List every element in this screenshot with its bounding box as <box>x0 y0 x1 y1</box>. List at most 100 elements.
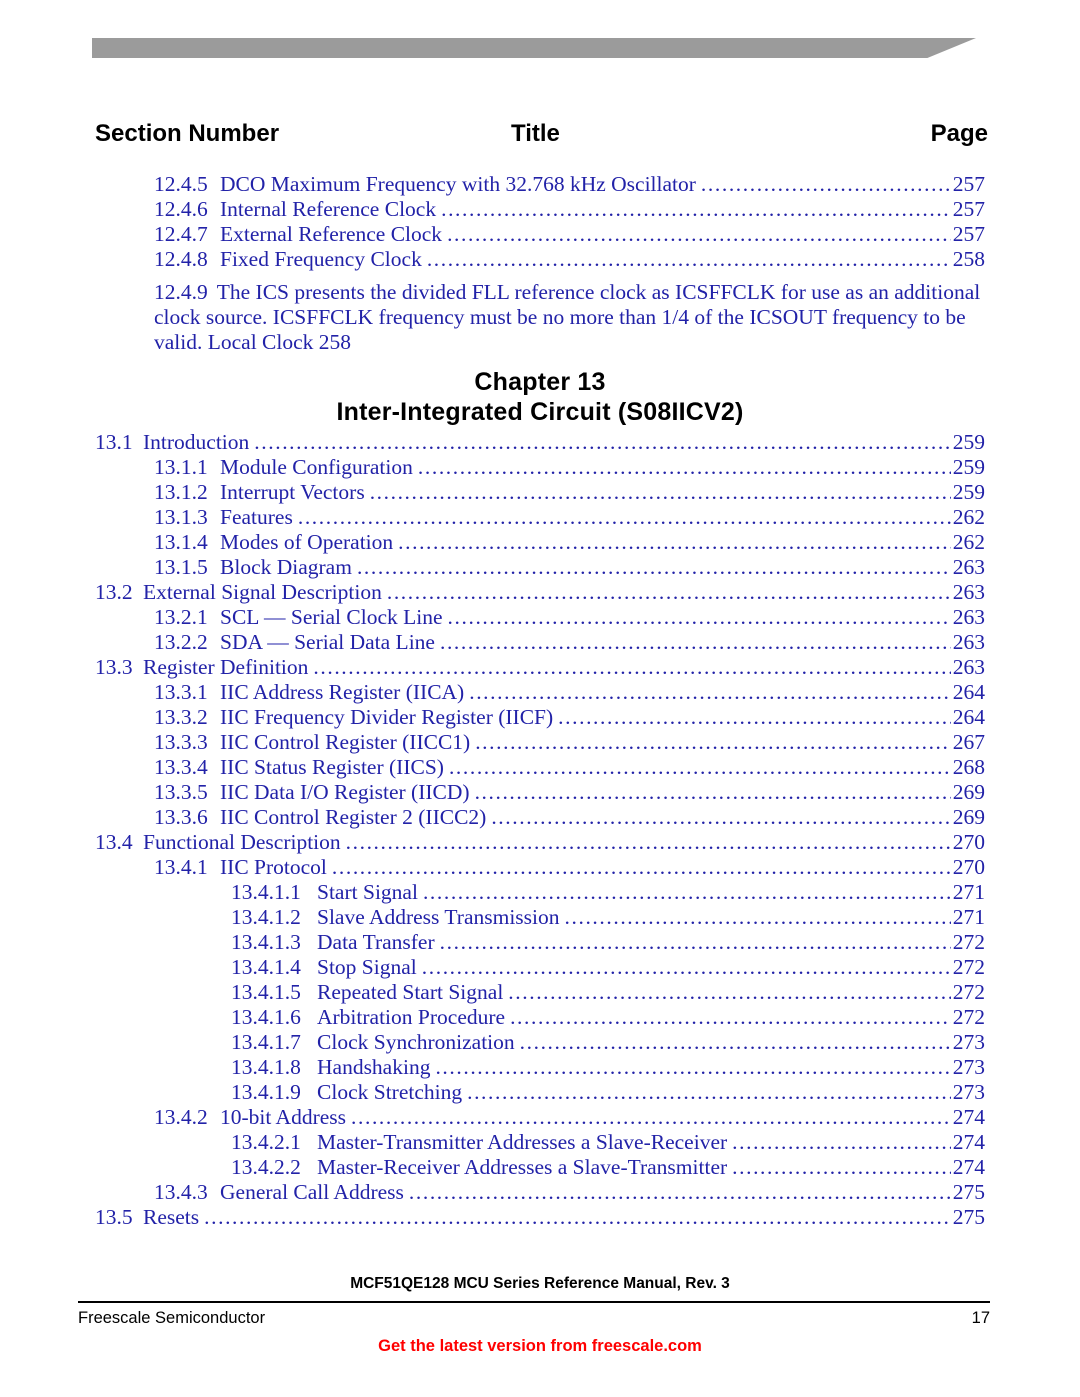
toc-dot-leader <box>313 657 950 679</box>
toc-entry-label: Register Definition <box>143 655 309 679</box>
toc-entry-label: IIC Status Register (IICS) <box>220 755 444 779</box>
toc-entry-label: SCL — Serial Clock Line <box>220 605 443 629</box>
toc-entry-label: IIC Data I/O Register (IICD) <box>220 780 470 804</box>
toc-entry-label: Data Transfer <box>317 930 435 954</box>
toc-entry[interactable]: 13.4.1.8 Handshaking 273 <box>0 1055 1080 1080</box>
toc-entry-label: Start Signal <box>317 880 418 904</box>
toc-entry-number: 13.1.5 <box>154 555 208 579</box>
toc-entry[interactable]: 13.4 Functional Description 270 <box>0 830 1080 855</box>
column-header-section-number: Section Number <box>95 120 280 147</box>
toc-entry[interactable]: 13.4.1.9 Clock Stretching 273 <box>0 1080 1080 1105</box>
toc-entry[interactable]: 12.4.5 DCO Maximum Frequency with 32.768 … <box>0 172 1080 197</box>
toc-entry[interactable]: 13.5 Resets 275 <box>0 1205 1080 1230</box>
page-footer: MCF51QE128 MCU Series Reference Manual, … <box>0 1257 1080 1397</box>
toc-entry[interactable]: 13.4.3 General Call Address 275 <box>0 1180 1080 1205</box>
toc-entry-page-number: 273 <box>952 1055 985 1079</box>
toc-entry-number: 13.4.1.9 <box>231 1080 301 1104</box>
toc-entry-number: 13.4.1.2 <box>231 905 301 929</box>
toc-entry[interactable]: 13.3.1 IIC Address Register (IICA) 264 <box>0 680 1080 705</box>
toc-entry-page-number: 263 <box>952 580 985 604</box>
toc-entry[interactable]: 13.4.1.2 Slave Address Transmission 271 <box>0 905 1080 930</box>
toc-entry[interactable]: 13.1.4 Modes of Operation 262 <box>0 530 1080 555</box>
toc-entry-number: 13.4.3 <box>154 1180 208 1204</box>
toc-entry[interactable]: 13.3.4 IIC Status Register (IICS) 268 <box>0 755 1080 780</box>
toc-entry-number: 13.1 <box>95 430 133 454</box>
toc-column-headers: Section Number Title Page <box>0 120 1080 156</box>
toc-dot-leader <box>732 1157 951 1179</box>
toc-entry[interactable]: 13.4.2.1 Master-Transmitter Addresses a S… <box>0 1130 1080 1155</box>
footer-page-number: 17 <box>971 1309 990 1327</box>
toc-entry[interactable]: 13.3.6 IIC Control Register 2 (IICC2) 269 <box>0 805 1080 830</box>
footer-promo-link[interactable]: Get the latest version from freescale.co… <box>0 1337 1080 1356</box>
toc-entry[interactable]: 13.4.1.7 Clock Synchronization 273 <box>0 1030 1080 1055</box>
toc-dot-leader <box>475 732 951 754</box>
toc-entry[interactable]: 13.3.5 IIC Data I/O Register (IICD) 269 <box>0 780 1080 805</box>
toc-dot-leader <box>475 782 951 804</box>
toc-entry-number: 13.4.1.5 <box>231 980 301 1004</box>
toc-entry[interactable]: 13.1.5 Block Diagram 263 <box>0 555 1080 580</box>
toc-entry-page-number: 274 <box>952 1155 985 1179</box>
toc-entry[interactable]: 13.1.2 Interrupt Vectors 259 <box>0 480 1080 505</box>
toc-entry[interactable]: 13.4.1.5 Repeated Start Signal 272 <box>0 980 1080 1005</box>
toc-entry[interactable]: 13.2 External Signal Description 263 <box>0 580 1080 605</box>
toc-entry[interactable]: 13.1.1 Module Configuration 259 <box>0 455 1080 480</box>
toc-entry-label: External Reference Clock <box>220 222 443 246</box>
toc-entry[interactable]: 13.4.1 IIC Protocol 270 <box>0 855 1080 880</box>
toc-entry-label: 10-bit Address <box>220 1105 347 1129</box>
toc-entry[interactable]: 13.3.2 IIC Frequency Divider Register (II… <box>0 705 1080 730</box>
toc-entry-number: 13.3.2 <box>154 705 208 729</box>
toc-wrapped-number: 12.4.9 <box>154 280 208 304</box>
toc-entry-number: 12.4.6 <box>154 197 208 221</box>
toc-entry-label: Clock Stretching <box>317 1080 463 1104</box>
toc-entry-label: Module Configuration <box>220 455 413 479</box>
chapter-title-label: Inter-Integrated Circuit (S08IICV2) <box>336 398 744 426</box>
toc-dot-leader <box>449 757 951 779</box>
header-decoration-bar <box>0 38 1080 60</box>
toc-entry[interactable]: 12.4.6 Internal Reference Clock 257 <box>0 197 1080 222</box>
toc-entry[interactable]: 13.4.1.3 Data Transfer 272 <box>0 930 1080 955</box>
toc-entry-wrapped[interactable]: 12.4.9 The ICS presents the divided FLL r… <box>0 280 1080 355</box>
toc-entry[interactable]: 13.1.3 Features 262 <box>0 505 1080 530</box>
toc-entry-label: Slave Address Transmission <box>317 905 560 929</box>
toc-entry[interactable]: 13.3.3 IIC Control Register (IICC1) 267 <box>0 730 1080 755</box>
toc-dot-leader <box>398 532 951 554</box>
toc-dot-leader <box>440 932 951 954</box>
toc-entry-number: 13.3.6 <box>154 805 208 829</box>
toc-entry-number: 13.4.1.7 <box>231 1030 301 1054</box>
toc-entry-label: IIC Protocol <box>220 855 327 879</box>
toc-entry[interactable]: 12.4.7 External Reference Clock 257 <box>0 222 1080 247</box>
column-header-page: Page <box>930 120 988 147</box>
toc-entry[interactable]: 13.4.1.1 Start Signal 271 <box>0 880 1080 905</box>
toc-entry-number: 12.4.8 <box>154 247 208 271</box>
toc-entry-number: 13.1.4 <box>154 530 208 554</box>
toc-dot-leader <box>510 1007 951 1029</box>
toc-entry[interactable]: 13.1 Introduction 259 <box>0 430 1080 455</box>
toc-entry-label: IIC Control Register 2 (IICC2) <box>220 805 487 829</box>
toc-entry[interactable]: 13.4.1.6 Arbitration Procedure 272 <box>0 1005 1080 1030</box>
toc-entry-label: Interrupt Vectors <box>220 480 365 504</box>
toc-entry-label: Master-Transmitter Addresses a Slave-Rec… <box>317 1130 728 1154</box>
toc-entry[interactable]: 12.4.8 Fixed Frequency Clock 258 <box>0 247 1080 272</box>
toc-entry[interactable]: 13.2.1 SCL — Serial Clock Line 263 <box>0 605 1080 630</box>
toc-dot-leader <box>370 482 951 504</box>
toc-entry[interactable]: 13.4.2 10-bit Address 274 <box>0 1105 1080 1130</box>
toc-dot-leader <box>440 632 951 654</box>
toc-entry[interactable]: 13.4.2.2 Master-Receiver Addresses a Slav… <box>0 1155 1080 1180</box>
toc-entry-page-number: 272 <box>952 930 985 954</box>
toc-entry-number: 13.4.2.1 <box>231 1130 301 1154</box>
toc-list-bottom: 13.1 Introduction 259 13.1.1 Module Configur… <box>0 430 1080 1230</box>
toc-entry[interactable]: 13.4.1.4 Stop Signal 272 <box>0 955 1080 980</box>
toc-entry-label: SDA — Serial Data Line <box>220 630 435 654</box>
toc-entry-page-number: 263 <box>952 605 985 629</box>
toc-entry-page-number: 257 <box>952 222 985 246</box>
toc-entry[interactable]: 13.3 Register Definition 263 <box>0 655 1080 680</box>
toc-dot-leader <box>565 907 951 929</box>
toc-entry-page-number: 272 <box>952 980 985 1004</box>
footer-manual-title: MCF51QE128 MCU Series Reference Manual, … <box>350 1275 730 1292</box>
toc-entry-label: Resets <box>143 1205 200 1229</box>
toc-entry-page-number: 275 <box>952 1180 985 1204</box>
toc-dot-leader <box>508 982 950 1004</box>
toc-entry[interactable]: 13.2.2 SDA — Serial Data Line 263 <box>0 630 1080 655</box>
toc-entry-label: IIC Address Register (IICA) <box>220 680 465 704</box>
toc-entry-number: 13.4.1.3 <box>231 930 301 954</box>
